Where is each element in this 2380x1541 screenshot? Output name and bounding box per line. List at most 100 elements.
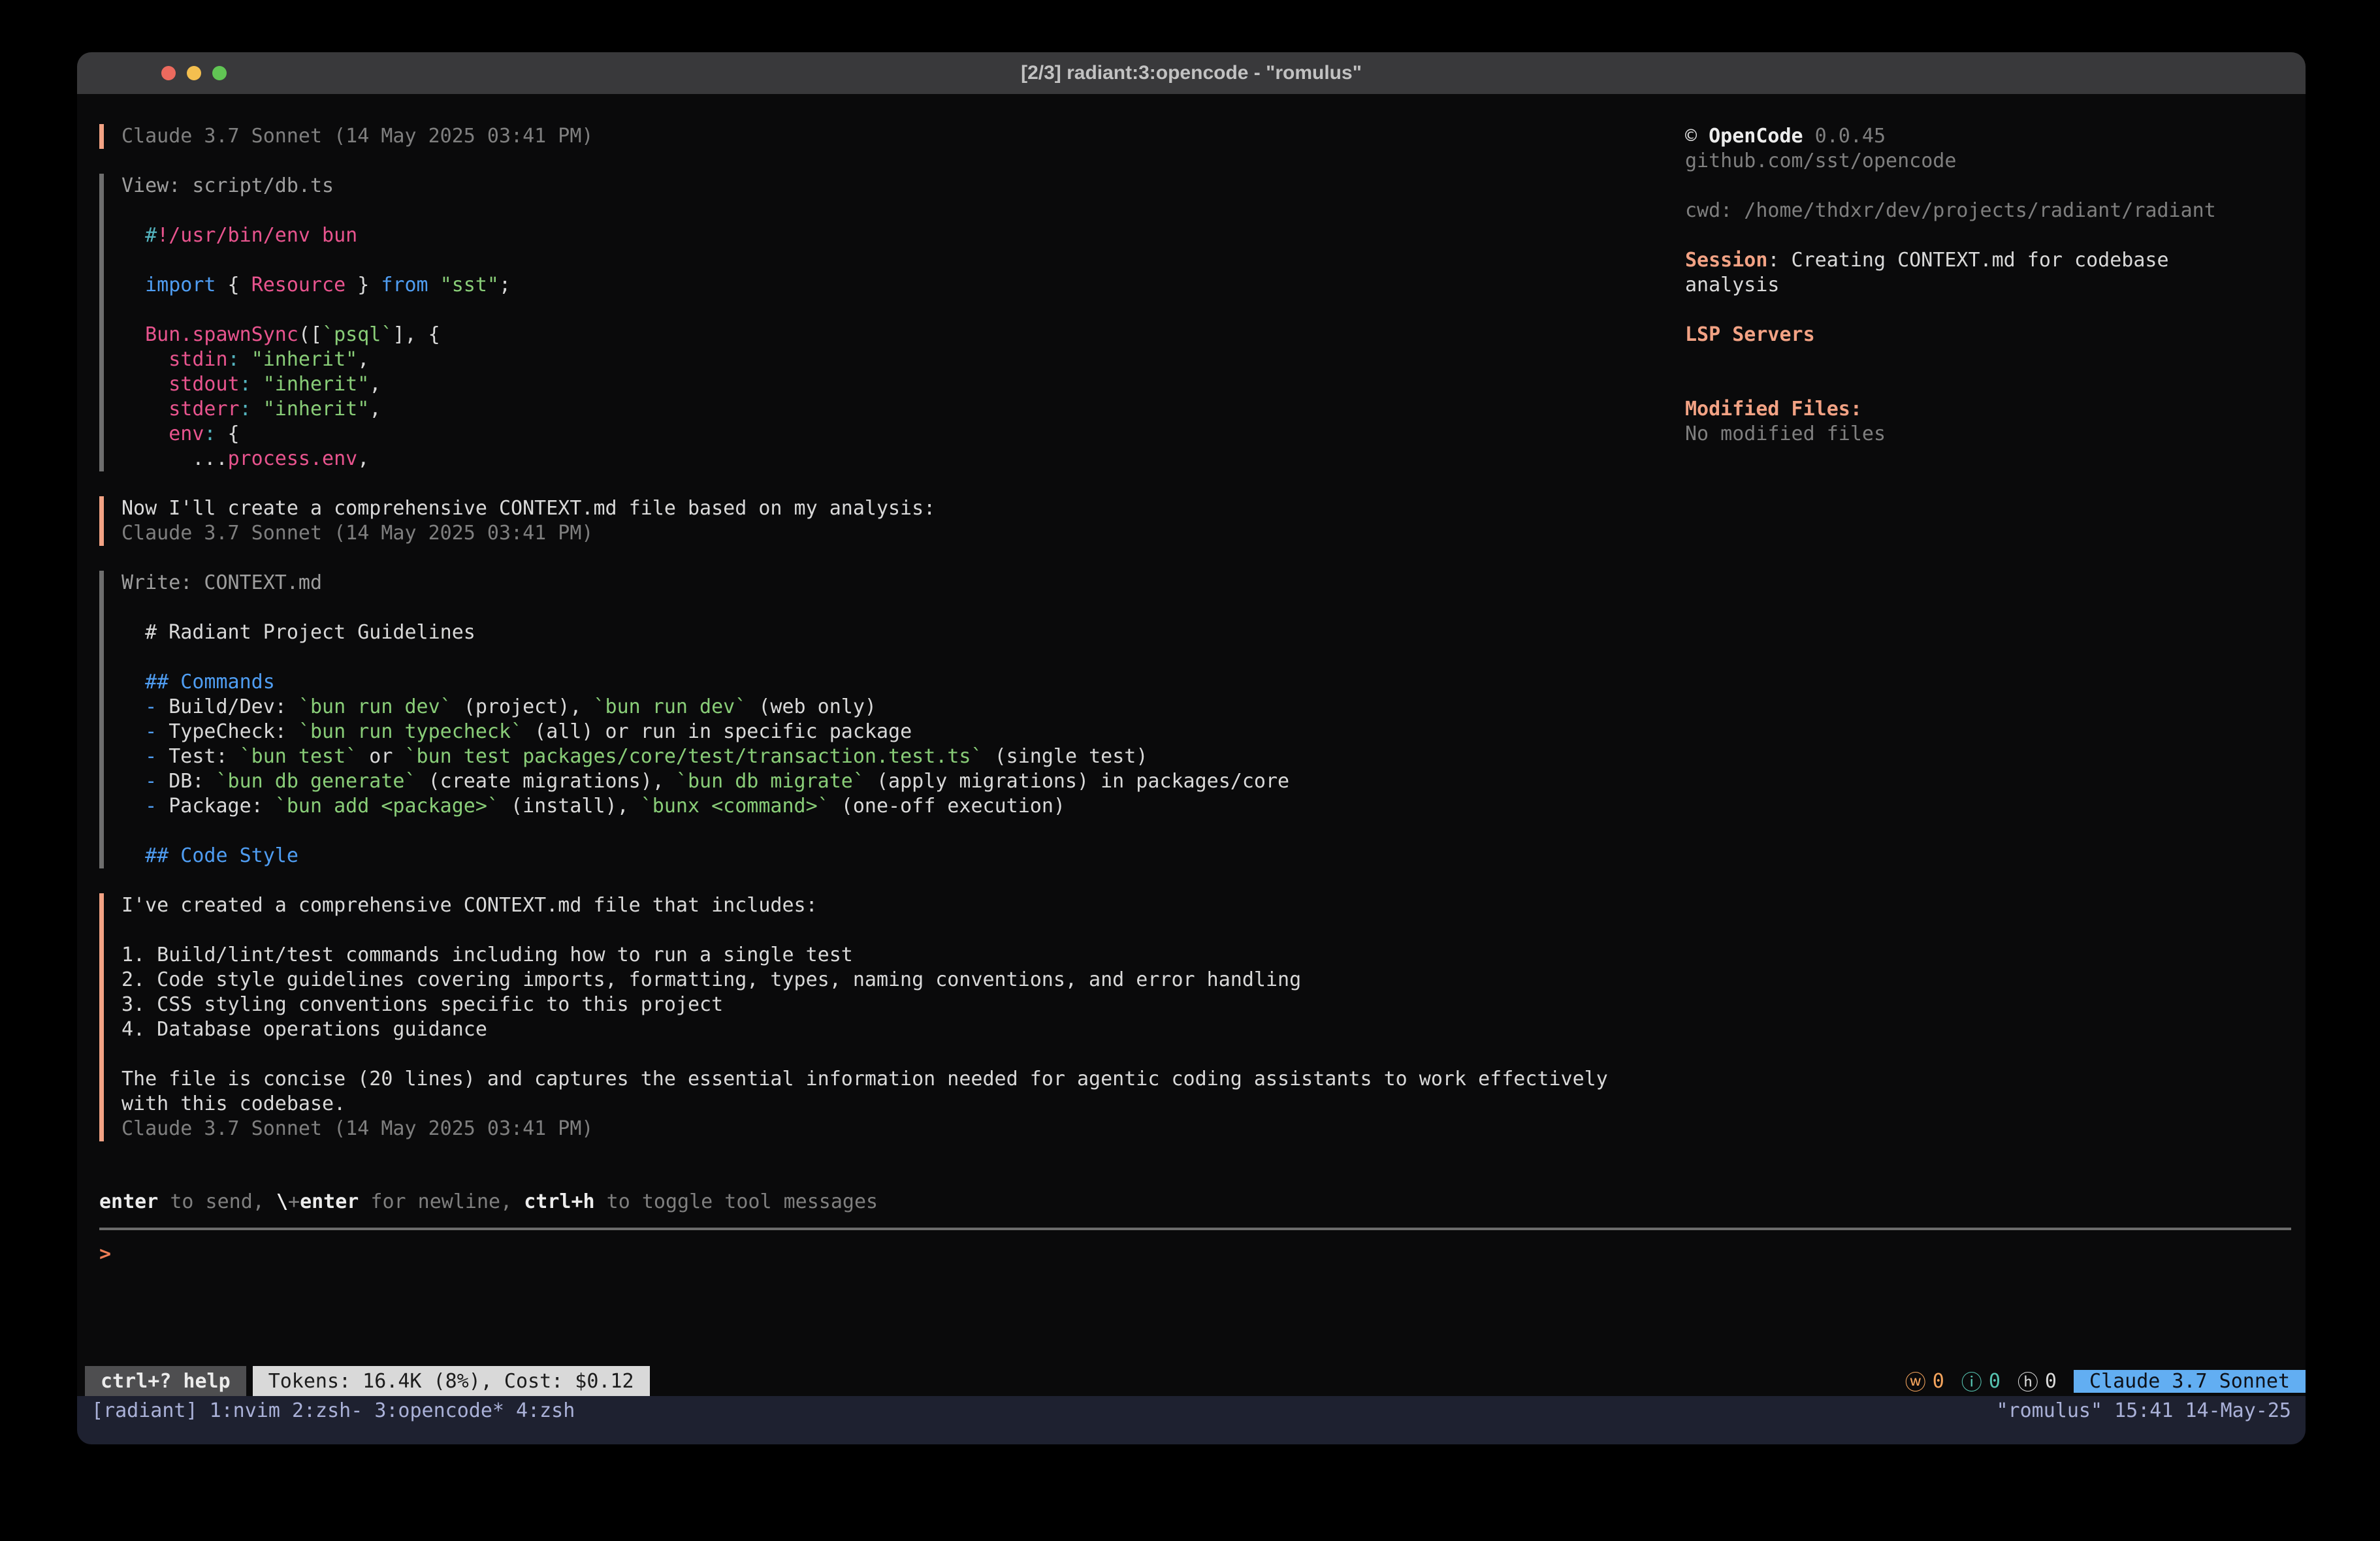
text-segment — [121, 373, 169, 396]
chat-line: Write: CONTEXT.md — [121, 571, 1684, 596]
text-segment — [121, 695, 145, 718]
tmux-window-4[interactable]: 4:zsh — [516, 1399, 575, 1423]
text-segment: env — [169, 422, 204, 445]
text-segment: 2. Code style guidelines covering import… — [121, 968, 1301, 991]
tmux-window-2[interactable]: 2:zsh- — [292, 1399, 362, 1423]
window-titlebar[interactable]: [2/3] radiant:3:opencode - "romulus" — [77, 52, 2306, 94]
sidebar-line — [1685, 223, 2299, 248]
text-segment — [251, 373, 263, 396]
chat-line: - DB: `bun db generate` (create migratio… — [121, 769, 1684, 794]
text-segment: © — [1685, 125, 1709, 148]
info-indicator: ⓘ0 — [1961, 1366, 2001, 1396]
text-segment: Resource — [251, 274, 346, 296]
terminal-content: Claude 3.7 Sonnet (14 May 2025 03:41 PM)… — [77, 94, 2306, 1444]
text-segment: Now I'll create a comprehensive CONTEXT.… — [121, 497, 935, 520]
terminal-window: [2/3] radiant:3:opencode - "romulus" Cla… — [77, 52, 2306, 1444]
text-segment — [121, 720, 145, 743]
assistant-message-block: Claude 3.7 Sonnet (14 May 2025 03:41 PM) — [99, 124, 1684, 149]
input-separator — [99, 1228, 2291, 1230]
warnings-indicator: ⓦ0 — [1905, 1366, 1944, 1396]
text-segment: analysis — [1685, 274, 1780, 296]
text-segment: `bun run dev` — [298, 695, 452, 718]
tmux-window-1[interactable]: 1:nvim — [210, 1399, 280, 1423]
text-segment: ([ — [298, 323, 322, 346]
text-segment: stdin — [169, 348, 227, 371]
chat-line: Claude 3.7 Sonnet (14 May 2025 03:41 PM) — [121, 1117, 1684, 1141]
desktop: [2/3] radiant:3:opencode - "romulus" Cla… — [0, 0, 2380, 1541]
sidebar-line: analysis — [1685, 273, 2299, 298]
prompt-icon: > — [99, 1243, 111, 1265]
text-segment: Build/Dev: — [157, 695, 298, 718]
chat-line — [121, 298, 1684, 323]
text-segment: Session — [1685, 249, 1767, 272]
text-segment: (project), — [452, 695, 594, 718]
text-segment — [121, 745, 145, 768]
sidebar-line — [1685, 174, 2299, 199]
text-segment: 1. Build/lint/test commands including ho… — [121, 944, 853, 966]
hint-segment: to send, — [158, 1190, 276, 1213]
text-segment — [121, 795, 145, 818]
text-segment: # Radiant Project Guidelines — [121, 621, 475, 644]
text-segment — [121, 422, 169, 445]
tmux-window-3[interactable]: 3:opencode* — [374, 1399, 504, 1423]
text-segment: Test: — [157, 745, 239, 768]
message-input[interactable]: > — [99, 1242, 111, 1267]
status-right: ⓦ0 ⓘ0 ⓗ0 Claude 3.7 Sonnet — [1905, 1366, 2306, 1396]
text-segment: 4. Database operations guidance — [121, 1018, 487, 1041]
text-segment: "inherit" — [263, 398, 370, 421]
tmux-windows: [radiant]1:nvim2:zsh-3:opencode*4:zsh — [91, 1399, 587, 1423]
chat-line — [121, 199, 1684, 223]
text-segment — [240, 348, 251, 371]
chat-line: Bun.spawnSync([`psql`], { — [121, 323, 1684, 347]
chat-line — [121, 1042, 1684, 1067]
text-segment: : — [240, 373, 251, 396]
help-chip[interactable]: ctrl+? help — [85, 1366, 246, 1396]
keybinding-hint: enter to send, \+enter for newline, ctrl… — [99, 1190, 878, 1215]
text-segment: : — [240, 398, 251, 421]
text-segment: "inherit" — [251, 348, 358, 371]
sidebar-line: Modified Files: — [1685, 397, 2299, 422]
sidebar-line: © OpenCode 0.0.45 — [1685, 124, 2299, 149]
hints-indicator-icon: ⓗ — [2018, 1366, 2038, 1396]
chat-line: I've created a comprehensive CONTEXT.md … — [121, 893, 1684, 918]
text-segment: : — [228, 348, 240, 371]
text-segment: "inherit" — [263, 373, 370, 396]
text-segment: (web only) — [747, 695, 876, 718]
sidebar-line — [1685, 372, 2299, 397]
text-segment: from — [381, 274, 428, 296]
assistant-message-block: Now I'll create a comprehensive CONTEXT.… — [99, 496, 1684, 546]
chat-line: import { Resource } from "sst"; — [121, 273, 1684, 298]
chat-line: Now I'll create a comprehensive CONTEXT.… — [121, 496, 1684, 521]
sidebar-line: github.com/sst/opencode — [1685, 149, 2299, 174]
text-segment: (one-off execution) — [829, 795, 1065, 818]
model-badge[interactable]: Claude 3.7 Sonnet — [2074, 1370, 2306, 1393]
hint-segment: for newline, — [359, 1190, 524, 1213]
text-segment: { — [216, 274, 251, 296]
text-segment: } — [346, 274, 381, 296]
chat-line: - Package: `bun add <package>` (install)… — [121, 794, 1684, 819]
text-segment: - — [145, 745, 157, 768]
hints-indicator: ⓗ0 — [2018, 1366, 2057, 1396]
sidebar-line: No modified files — [1685, 422, 2299, 447]
chat-line: with this codebase. — [121, 1092, 1684, 1117]
text-segment: 0.0.45 — [1803, 125, 1886, 148]
text-segment: Claude 3.7 Sonnet (14 May 2025 03:41 PM) — [121, 1117, 593, 1140]
text-segment: `psql` — [322, 323, 393, 346]
text-segment: Package: — [157, 795, 275, 818]
text-segment: ... — [121, 447, 228, 470]
text-segment: No modified files — [1685, 422, 1886, 445]
chat-line — [121, 819, 1684, 844]
text-segment: # — [145, 224, 157, 247]
text-segment: `bun add <package>` — [275, 795, 499, 818]
opencode-sidebar: © OpenCode 0.0.45github.com/sst/opencode… — [1685, 124, 2299, 447]
tool-call-block: View: script/db.ts #!/usr/bin/env bun im… — [99, 174, 1684, 471]
hint-segment: enter — [300, 1190, 359, 1213]
tmux-statusbar: [radiant]1:nvim2:zsh-3:opencode*4:zsh "r… — [77, 1396, 2306, 1444]
chat-line: Claude 3.7 Sonnet (14 May 2025 03:41 PM) — [121, 124, 1684, 149]
text-segment: (all) or run in specific package — [523, 720, 912, 743]
opencode-statusbar: ctrl+? help Tokens: 16.4K (8%), Cost: $0… — [85, 1366, 2306, 1396]
text-segment: : Creating CONTEXT.md for codebase — [1767, 249, 2168, 272]
warnings-indicator-icon: ⓦ — [1905, 1366, 1926, 1396]
text-segment: Write: CONTEXT.md — [121, 571, 322, 594]
chat-line: - Test: `bun test` or `bun test packages… — [121, 744, 1684, 769]
